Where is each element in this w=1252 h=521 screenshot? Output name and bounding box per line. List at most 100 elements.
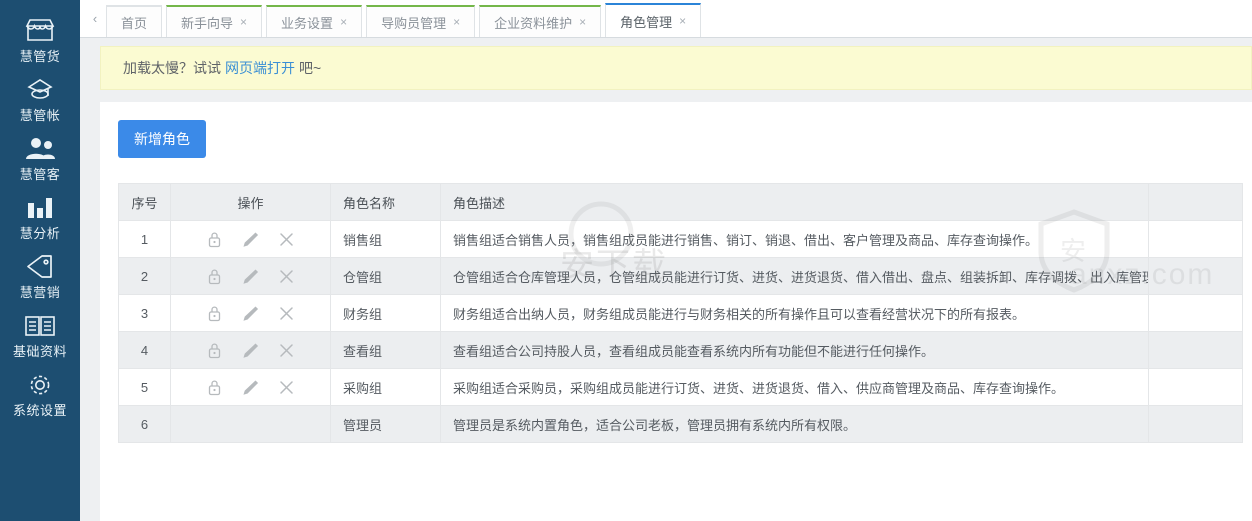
delete-icon[interactable] — [278, 267, 296, 285]
edit-icon[interactable] — [242, 267, 260, 285]
roles-table-body: 1 销售组 销售组适合销售人员，销售组成员能进行销售、销订、销退、借出、客户管理… — [118, 220, 1243, 443]
cell-role-name: 管理员 — [330, 405, 441, 443]
sidebar-item-xitongshezhi[interactable]: 系统设置 — [0, 364, 80, 423]
edit-icon[interactable] — [242, 230, 260, 248]
delete-icon[interactable] — [278, 341, 296, 359]
app-root: 慧管货 慧管帐 慧管客 慧分析 慧营销 基础资料 系统设置 ‹ 首页 新手向导 … — [0, 0, 1252, 521]
table-row[interactable]: 1 销售组 销售组适合销售人员，销售组成员能进行销售、销订、销退、借出、客户管理… — [118, 220, 1243, 258]
cell-operations — [170, 331, 331, 369]
tab-label: 企业资料维护 — [494, 15, 573, 31]
sidebar-item-label: 慧管帐 — [19, 108, 61, 123]
cell-index: 6 — [118, 405, 171, 443]
sidebar-item-huiyingxiao[interactable]: 慧营销 — [0, 246, 80, 305]
tab-close-icon[interactable]: × — [453, 15, 460, 29]
sidebar-item-jichuziliao[interactable]: 基础资料 — [0, 305, 80, 364]
delete-icon[interactable] — [278, 230, 296, 248]
delete-icon[interactable] — [278, 378, 296, 396]
cell-role-name: 仓管组 — [330, 257, 441, 295]
tab-label: 首页 — [121, 15, 148, 31]
cell-extra — [1148, 257, 1243, 295]
sidebar: 慧管货 慧管帐 慧管客 慧分析 慧营销 基础资料 系统设置 — [0, 0, 80, 521]
row-actions — [183, 267, 318, 285]
tab-home[interactable]: 首页 — [106, 5, 163, 37]
edit-icon[interactable] — [242, 341, 260, 359]
add-role-button[interactable]: 新增角色 — [118, 120, 206, 158]
cell-role-name: 查看组 — [330, 331, 441, 369]
tab-label: 导购员管理 — [381, 15, 447, 31]
open-web-version-link[interactable]: 网页端打开 — [225, 58, 295, 78]
sidebar-item-label: 慧分析 — [19, 226, 61, 241]
slow-load-notice: 加载太慢？试试 网页端打开 吧~ — [100, 46, 1252, 90]
cell-index: 2 — [118, 257, 171, 295]
col-header-extra — [1148, 183, 1243, 221]
col-header-index: 序号 — [118, 183, 171, 221]
sidebar-item-huiguanzhang[interactable]: 慧管帐 — [0, 69, 80, 128]
tab-label: 新手向导 — [181, 15, 234, 31]
notice-prefix: 加载太慢？试试 — [123, 60, 221, 76]
cell-role-name: 财务组 — [330, 294, 441, 332]
cell-extra — [1148, 405, 1243, 443]
cell-operations — [170, 257, 331, 295]
cell-operations — [170, 405, 331, 443]
tab-jueseguanli[interactable]: 角色管理 × — [605, 3, 702, 37]
tab-close-icon[interactable]: × — [240, 15, 247, 29]
lock-icon[interactable] — [206, 378, 224, 396]
cell-extra — [1148, 368, 1243, 406]
table-row[interactable]: 3 财务组 财务组适合出纳人员，财务组成员能进行与财务相关的所有操作且可以查看经… — [118, 294, 1243, 332]
shop-icon — [23, 16, 57, 46]
cell-operations — [170, 294, 331, 332]
tab-close-icon[interactable]: × — [579, 15, 586, 29]
cell-extra — [1148, 220, 1243, 258]
lock-icon[interactable] — [206, 304, 224, 322]
row-actions — [183, 341, 318, 359]
cell-role-desc: 财务组适合出纳人员，财务组成员能进行与财务相关的所有操作且可以查看经营状况下的所… — [440, 294, 1149, 332]
sidebar-item-huiguanke[interactable]: 慧管客 — [0, 128, 80, 187]
roles-table: 序号 操作 角色名称 角色描述 1 销售组 销售组适合销售人员，销售组成员能进行… — [118, 183, 1243, 443]
tab-close-icon[interactable]: × — [679, 14, 686, 28]
delete-icon[interactable] — [278, 304, 296, 322]
sidebar-item-huifenxi[interactable]: 慧分析 — [0, 187, 80, 246]
lock-icon[interactable] — [206, 341, 224, 359]
cell-role-desc: 采购组适合采购员，采购组成员能进行订货、进货、进货退货、借入、供应商管理及商品、… — [440, 368, 1149, 406]
tab-xinshouxiangdao[interactable]: 新手向导 × — [166, 5, 263, 37]
tab-scroll-left-icon[interactable]: ‹ — [84, 0, 106, 37]
tabbar: ‹ 首页 新手向导 × 业务设置 × 导购员管理 × 企业资料维护 × 角色管理 — [80, 0, 1252, 38]
cell-index: 5 — [118, 368, 171, 406]
account-book-icon — [23, 75, 57, 105]
tab-close-icon[interactable]: × — [340, 15, 347, 29]
table-row[interactable]: 6 管理员 管理员是系统内置角色，适合公司老板，管理员拥有系统内所有权限。 — [118, 405, 1243, 443]
sidebar-item-label: 系统设置 — [12, 403, 67, 418]
cell-role-name: 销售组 — [330, 220, 441, 258]
cell-extra — [1148, 331, 1243, 369]
table-row[interactable]: 2 仓管组 仓管组适合仓库管理人员，仓管组成员能进行订货、进货、进货退货、借入借… — [118, 257, 1243, 295]
book-icon — [23, 311, 57, 341]
table-row[interactable]: 4 查看组 查看组适合公司持股人员，查看组成员能查看系统内所有功能但不能进行任何… — [118, 331, 1243, 369]
tag-icon — [23, 252, 57, 282]
notice-suffix: 吧~ — [299, 60, 322, 76]
table-row[interactable]: 5 采购组 采购组适合采购员，采购组成员能进行订货、进货、进货退货、借入、供应商… — [118, 368, 1243, 406]
sidebar-item-label: 慧管货 — [19, 49, 61, 64]
bar-chart-icon — [23, 193, 57, 223]
sidebar-item-label: 慧管客 — [19, 167, 61, 182]
main-area: ‹ 首页 新手向导 × 业务设置 × 导购员管理 × 企业资料维护 × 角色管理 — [80, 0, 1252, 521]
roles-table-wrap: 序号 操作 角色名称 角色描述 1 销售组 销售组适合销售人员，销售组成员能进行… — [118, 183, 1252, 521]
tab-label: 业务设置 — [281, 15, 334, 31]
cell-operations — [170, 368, 331, 406]
cell-role-desc: 销售组适合销售人员，销售组成员能进行销售、销订、销退、借出、客户管理及商品、库存… — [440, 220, 1149, 258]
cell-role-desc: 管理员是系统内置角色，适合公司老板，管理员拥有系统内所有权限。 — [440, 405, 1149, 443]
cell-extra — [1148, 294, 1243, 332]
cell-role-desc: 仓管组适合仓库管理人员，仓管组成员能进行订货、进货、进货退货、借入借出、盘点、组… — [440, 257, 1149, 295]
edit-icon[interactable] — [242, 304, 260, 322]
tab-daogouyuanguanli[interactable]: 导购员管理 × — [366, 5, 476, 37]
edit-icon[interactable] — [242, 378, 260, 396]
lock-icon[interactable] — [206, 230, 224, 248]
gear-icon — [23, 370, 57, 400]
lock-icon[interactable] — [206, 267, 224, 285]
customers-icon — [23, 134, 57, 164]
tab-yewushezhi[interactable]: 业务设置 × — [266, 5, 363, 37]
cell-index: 3 — [118, 294, 171, 332]
cell-index: 4 — [118, 331, 171, 369]
tab-qiyeziliaoweihu[interactable]: 企业资料维护 × — [479, 5, 602, 37]
cell-role-desc: 查看组适合公司持股人员，查看组成员能查看系统内所有功能但不能进行任何操作。 — [440, 331, 1149, 369]
sidebar-item-huiguanhuo[interactable]: 慧管货 — [0, 10, 80, 69]
